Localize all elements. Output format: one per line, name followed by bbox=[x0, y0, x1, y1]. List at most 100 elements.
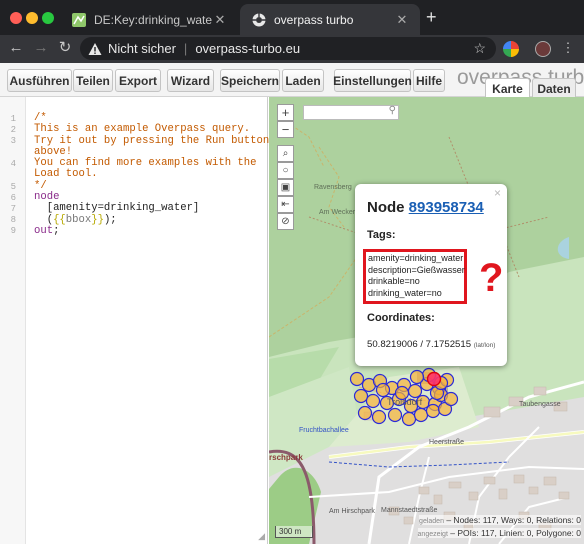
selected-poi-marker[interactable] bbox=[426, 371, 442, 387]
browser-tab-bar: DE:Key:drinking_water – OpenS ✕ overpass… bbox=[0, 0, 584, 35]
stats-shown: angezeigt – POIs: 117, Linien: 0, Polygo… bbox=[417, 528, 581, 538]
stats-shown-label: angezeigt bbox=[417, 531, 448, 538]
code-keyword-node: node bbox=[34, 191, 60, 204]
code-filter: [amenity=drinking_water] bbox=[46, 202, 200, 215]
security-label: Nicht sicher bbox=[108, 41, 176, 56]
map-label: Mannstaedtstraße bbox=[381, 507, 438, 514]
map-label: Taubengasse bbox=[519, 401, 561, 408]
layer-icon[interactable]: ▣ bbox=[277, 179, 294, 196]
code-bbox: bbox bbox=[65, 213, 92, 226]
map-search-input[interactable]: ⚲ bbox=[303, 105, 399, 120]
export-button[interactable]: Export bbox=[115, 69, 161, 92]
wizard-button[interactable]: Wizard bbox=[167, 69, 214, 92]
hide-data-icon[interactable]: ⊘ bbox=[277, 213, 294, 230]
tags-heading: Tags: bbox=[367, 229, 396, 241]
close-icon[interactable]: × bbox=[494, 186, 501, 200]
line-number: 3 bbox=[10, 136, 16, 146]
forward-icon[interactable]: → bbox=[31, 38, 51, 58]
url-separator: | bbox=[183, 41, 188, 56]
tab-title: overpass turbo bbox=[274, 12, 354, 27]
poi-marker[interactable] bbox=[349, 371, 365, 387]
url-field[interactable]: Nicht sicher | overpass-turbo.eu ☆ bbox=[80, 37, 496, 60]
tags-highlight-box: amenity=drinking_water description=Gießw… bbox=[363, 249, 467, 304]
code-comment: Load tool. bbox=[34, 168, 98, 181]
map-label: Heerstraße bbox=[429, 439, 465, 446]
query-code: /* This is an example Overpass query. Tr… bbox=[34, 112, 270, 237]
poi-marker[interactable] bbox=[365, 393, 381, 409]
stats-shown-value: – POIs: 117, Linien: 0, Polygone: 0 bbox=[450, 528, 581, 538]
close-tab-icon[interactable]: ✕ bbox=[212, 12, 228, 28]
browser-menu-icon[interactable]: ⋮ bbox=[558, 38, 578, 58]
stats-loaded-label: geladen bbox=[419, 518, 444, 525]
coordinates-heading: Coordinates: bbox=[367, 312, 435, 324]
poi-marker[interactable] bbox=[371, 409, 387, 425]
poi-marker[interactable] bbox=[375, 382, 391, 398]
zoom-out-button[interactable]: − bbox=[277, 121, 294, 138]
code-comment: You can find more examples with the bbox=[34, 157, 257, 170]
overpass-toolbar: Ausführen Teilen Export Wizard Speichern… bbox=[0, 63, 584, 98]
poi-marker[interactable] bbox=[443, 391, 459, 407]
locate-me-icon[interactable]: ○ bbox=[277, 162, 294, 179]
tab-overpass-turbo[interactable]: overpass turbo ✕ bbox=[240, 4, 420, 35]
run-button[interactable]: Ausführen bbox=[7, 69, 72, 92]
coordinates-text: 50.8219006 / 7.1752515 bbox=[367, 339, 472, 350]
annotation-question-mark: ? bbox=[479, 256, 504, 300]
map-label: Ravensberg bbox=[314, 184, 352, 191]
tag-row: amenity=drinking_water bbox=[368, 253, 464, 263]
back-icon[interactable]: ← bbox=[6, 38, 26, 58]
node-id-link[interactable]: 893958734 bbox=[409, 199, 484, 216]
save-button[interactable]: Speichern bbox=[220, 69, 280, 92]
code-brace-close: }} bbox=[91, 213, 104, 226]
map-label: Troisdorf bbox=[387, 397, 423, 407]
maximize-window-button[interactable] bbox=[42, 12, 54, 24]
bookmark-star-icon[interactable]: ☆ bbox=[473, 40, 486, 57]
code-comment: /* bbox=[34, 112, 47, 124]
resize-handle-icon[interactable]: ◢ bbox=[258, 531, 265, 542]
help-button[interactable]: Hilfe bbox=[413, 69, 445, 92]
extension-icon[interactable] bbox=[503, 41, 519, 57]
map-label: rschpark bbox=[269, 453, 303, 462]
line-number: 7 bbox=[10, 204, 16, 214]
tag-row: drinkable=no bbox=[368, 276, 420, 287]
profile-avatar[interactable] bbox=[535, 41, 551, 57]
search-icon: ⚲ bbox=[388, 105, 396, 116]
poi-marker[interactable] bbox=[401, 411, 417, 427]
tab-osm-wiki[interactable]: DE:Key:drinking_water – OpenS ✕ bbox=[60, 4, 238, 35]
tab-map[interactable]: Karte bbox=[485, 78, 530, 98]
coordinates-value: 50.8219006 / 7.1752515 (lat/lon) bbox=[367, 339, 495, 350]
poi-marker[interactable] bbox=[425, 403, 441, 419]
zoom-in-button[interactable]: + bbox=[277, 104, 294, 121]
tag-row: description=Gießwasser bbox=[368, 264, 465, 275]
close-window-button[interactable] bbox=[10, 12, 22, 24]
settings-button[interactable]: Einstellungen bbox=[333, 69, 412, 92]
share-button[interactable]: Teilen bbox=[73, 69, 113, 92]
code-comment: Try it out by pressing the Run button bbox=[34, 134, 270, 147]
reload-icon[interactable]: ↻ bbox=[55, 38, 75, 58]
poi-marker[interactable] bbox=[387, 407, 403, 423]
close-tab-icon[interactable]: ✕ bbox=[394, 12, 410, 28]
popup-title-prefix: Node bbox=[367, 199, 405, 216]
zoom-to-data-icon[interactable]: ⌕ bbox=[277, 145, 294, 162]
new-tab-button[interactable]: + bbox=[426, 7, 437, 27]
query-editor[interactable]: 1 2 3 4 5 6 7 8 9 /* This is an example … bbox=[0, 97, 270, 544]
minimize-window-button[interactable] bbox=[26, 12, 38, 24]
fullscreen-icon[interactable]: ⇤ bbox=[277, 196, 294, 213]
poi-marker[interactable] bbox=[357, 405, 373, 421]
tab-data[interactable]: Daten bbox=[532, 78, 576, 98]
address-bar: ← → ↻ Nicht sicher | overpass-turbo.eu ☆… bbox=[0, 35, 584, 63]
url-text: overpass-turbo.eu bbox=[195, 41, 301, 56]
overpass-turbo-icon bbox=[252, 13, 266, 26]
stats-loaded: geladen – Nodes: 117, Ways: 0, Relations… bbox=[419, 515, 581, 525]
map-scale: 300 m bbox=[275, 526, 313, 538]
poi-marker[interactable] bbox=[413, 407, 429, 423]
line-number: 9 bbox=[10, 226, 16, 236]
poi-marker[interactable] bbox=[409, 369, 425, 385]
code-comment: above! bbox=[34, 145, 73, 158]
poi-marker[interactable] bbox=[407, 383, 423, 399]
line-number: 5 bbox=[10, 182, 16, 192]
coordinates-unit: (lat/lon) bbox=[473, 342, 496, 349]
code-keyword-out: out bbox=[34, 224, 54, 237]
load-button[interactable]: Laden bbox=[282, 69, 324, 92]
map-label: Fruchtbachallee bbox=[299, 427, 349, 434]
poi-marker[interactable] bbox=[353, 388, 369, 404]
